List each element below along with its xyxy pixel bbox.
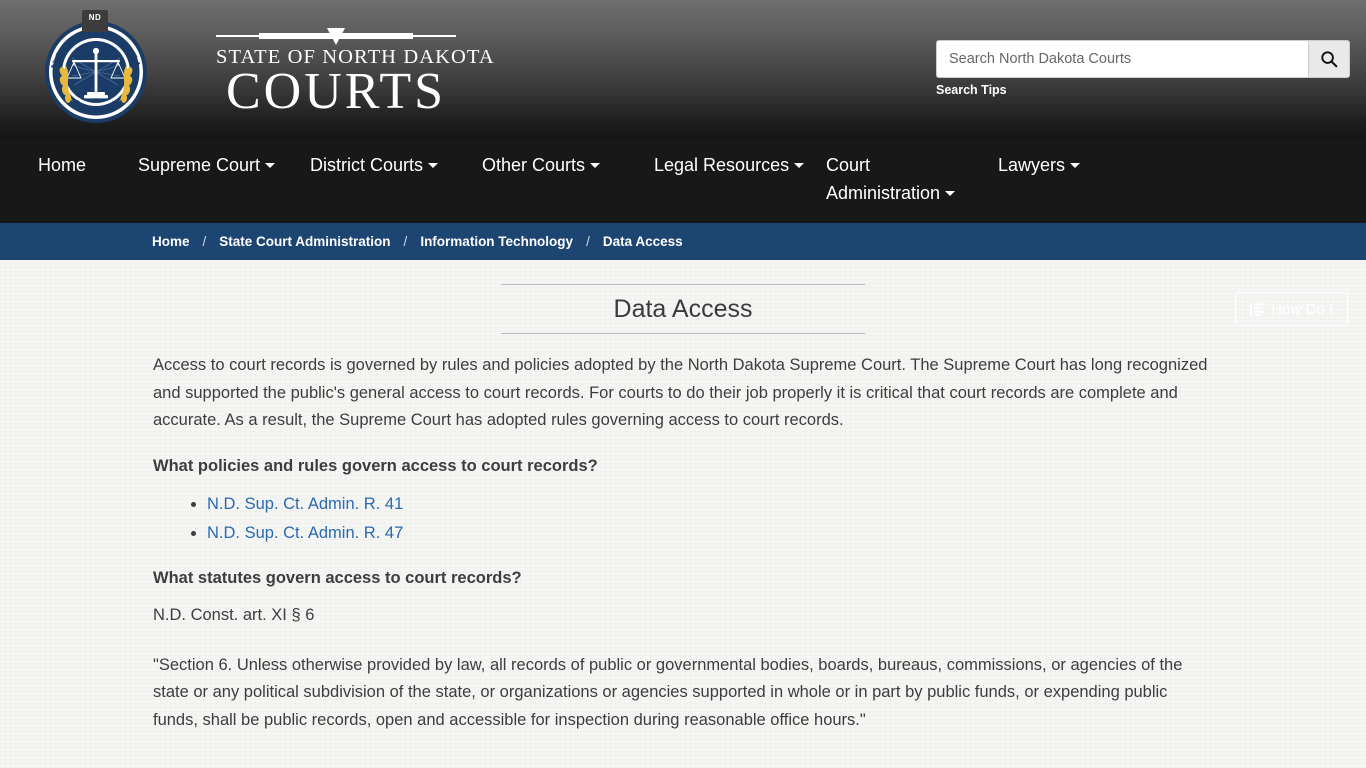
nav-item-legal-resources[interactable]: Legal Resources (654, 152, 826, 180)
how-do-i-label: How Do I (1271, 300, 1333, 318)
chevron-down-icon (1070, 163, 1081, 168)
search-area: Search Tips (936, 40, 1350, 99)
breadcrumb-item-data-access: Data Access (602, 234, 683, 249)
question-statutes-heading: What statutes govern access to court rec… (153, 568, 522, 587)
breadcrumb: Home / State Court Administration / Info… (0, 223, 1366, 260)
rule-link-admin-r-41[interactable]: N.D. Sup. Ct. Admin. R. 41 (207, 495, 403, 513)
chevron-down-icon (945, 190, 956, 196)
nav-item-home[interactable]: Home (38, 152, 138, 180)
nav-list: Home Supreme Court District Courts Other… (38, 152, 1170, 208)
main-navigation: Home Supreme Court District Courts Other… (0, 140, 1366, 326)
nav-label: Home (38, 155, 87, 175)
question-policies-heading: What policies and rules govern access to… (153, 457, 598, 476)
nav-label: Supreme Court (138, 155, 261, 175)
search-tips-link[interactable]: Search Tips (936, 83, 1007, 97)
how-do-i-button[interactable]: How Do I (1235, 292, 1348, 326)
nd-courts-seal[interactable]: ND NORTH DAKOTA COURTS (36, 8, 154, 132)
content-container: Data Access Access to court records is g… (153, 284, 1213, 735)
breadcrumb-separator: / (586, 234, 590, 249)
intro-paragraph: Access to court records is governed by r… (153, 356, 1208, 430)
search-submit-button[interactable] (1308, 40, 1350, 78)
nav-label: District Courts (310, 155, 424, 175)
breadcrumb-separator: / (403, 234, 408, 249)
search-input[interactable] (936, 40, 1308, 78)
nav-label: Lawyers (998, 155, 1066, 175)
nav-item-lawyers[interactable]: Lawyers (998, 152, 1170, 180)
list-item: N.D. Sup. Ct. Admin. R. 41 (207, 490, 1213, 518)
site-wordmark[interactable]: STATE OF NORTH DAKOTA COURTS (216, 28, 494, 120)
chevron-down-icon (590, 163, 601, 168)
nav-label: Other Courts (482, 155, 586, 175)
breadcrumb-separator: / (202, 234, 207, 249)
list-menu-icon (1250, 302, 1266, 316)
search-icon (1321, 51, 1338, 68)
wordmark-line-courts: COURTS (225, 62, 447, 120)
list-item: N.D. Sup. Ct. Admin. R. 47 (207, 519, 1213, 547)
breadcrumb-item-information-technology[interactable]: Information Technology (420, 234, 573, 249)
nav-label: Court Administration (826, 155, 941, 203)
page-title-wrapper: Data Access (501, 284, 865, 334)
breadcrumb-item-state-court-administration[interactable]: State Court Administration (219, 234, 390, 249)
seal-nd-tab: ND (82, 10, 108, 32)
site-brand[interactable]: ND NORTH DAKOTA COURTS STATE OF NORTH DA… (36, 8, 494, 132)
chevron-down-icon (265, 163, 276, 168)
nav-item-supreme-court[interactable]: Supreme Court (138, 152, 310, 180)
site-header: ND NORTH DAKOTA COURTS STATE OF NORTH DA… (0, 0, 1366, 140)
nav-item-court-administration[interactable]: Court Administration (826, 152, 998, 208)
rule-links-list: N.D. Sup. Ct. Admin. R. 41 N.D. Sup. Ct.… (153, 490, 1213, 547)
seal-graphic: NORTH DAKOTA COURTS (45, 21, 147, 123)
statute-quote: "Section 6. Unless otherwise provided by… (153, 655, 1183, 730)
wordmark-divider (216, 28, 456, 45)
breadcrumb-item-home[interactable]: Home (152, 234, 190, 249)
nav-item-other-courts[interactable]: Other Courts (482, 152, 654, 180)
chevron-down-icon (428, 163, 439, 168)
capitol-icon (327, 28, 345, 45)
chevron-down-icon (794, 163, 805, 168)
page-body: Data Access Access to court records is g… (0, 260, 1366, 768)
rule-link-admin-r-47[interactable]: N.D. Sup. Ct. Admin. R. 47 (207, 524, 403, 542)
nav-label: Legal Resources (654, 155, 790, 175)
statute-citation: N.D. Const. art. XI § 6 (153, 605, 315, 624)
page-title: Data Access (613, 295, 753, 323)
nav-item-district-courts[interactable]: District Courts (310, 152, 482, 180)
